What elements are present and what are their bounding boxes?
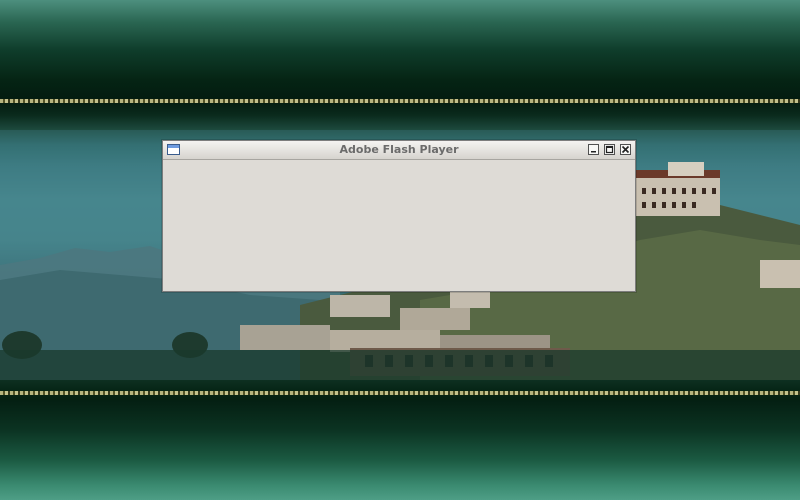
decorative-band-bottom	[0, 391, 800, 395]
minimize-icon	[591, 151, 596, 153]
decorative-band-top	[0, 99, 800, 103]
flash-player-window[interactable]: Adobe Flash Player	[162, 140, 636, 292]
desktop: Adobe Flash Player	[0, 0, 800, 500]
close-button[interactable]	[620, 144, 631, 155]
minimize-button[interactable]	[588, 144, 599, 155]
window-content-area[interactable]	[163, 160, 635, 291]
window-title: Adobe Flash Player	[339, 143, 459, 156]
maximize-button[interactable]	[604, 144, 615, 155]
close-icon	[621, 145, 630, 154]
maximize-icon	[605, 145, 614, 154]
window-titlebar[interactable]: Adobe Flash Player	[163, 141, 635, 160]
